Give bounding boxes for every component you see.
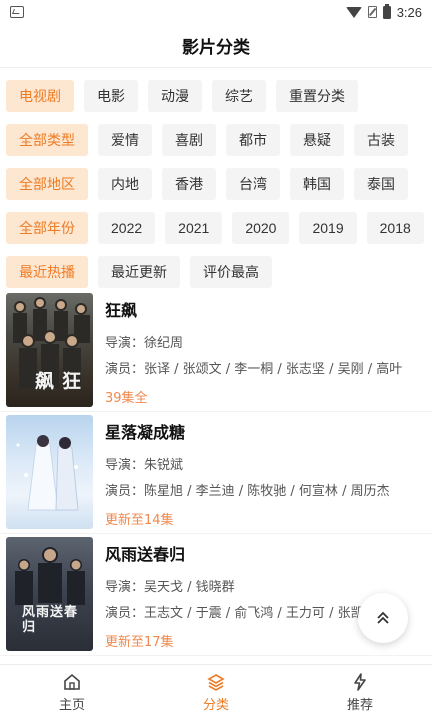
filter-chip-variety[interactable]: 综艺 (212, 80, 266, 112)
bottom-tab-bar: 主页 分类 推荐 (0, 664, 432, 720)
filter-row-year: 全部年份 2022 2021 2020 2019 2018 (6, 206, 432, 250)
tab-category[interactable]: 分类 (144, 665, 288, 720)
filter-chip-2020[interactable]: 2020 (232, 212, 290, 244)
lightning-icon (354, 673, 366, 691)
item-status: 更新至17集 (105, 635, 174, 650)
filter-row-genre: 全部类型 爱情 喜剧 都市 悬疑 古装 (6, 118, 432, 162)
layers-icon (207, 674, 225, 691)
header: 影片分类 (0, 24, 432, 68)
tab-home-label: 主页 (58, 698, 85, 713)
filter-chip-tv-series[interactable]: 电视剧 (6, 80, 74, 112)
status-bar: 3:26 (0, 0, 432, 24)
filter-chip-suspense[interactable]: 悬疑 (290, 124, 344, 156)
filter-row-type: 电视剧 电影 动漫 综艺 重置分类 (6, 74, 432, 118)
item-title: 狂飙 (105, 301, 138, 320)
item-status: 39集全 (105, 391, 148, 406)
double-chevron-up-icon (377, 611, 389, 624)
gallery-notification-icon (10, 6, 24, 18)
filter-chip-hongkong[interactable]: 香港 (162, 168, 216, 200)
sort-chip-recently-hot[interactable]: 最近热播 (6, 256, 88, 288)
poster-image[interactable]: 狂飙 (6, 293, 93, 407)
filter-chip-2019[interactable]: 2019 (299, 212, 357, 244)
filter-chip-2021[interactable]: 2021 (165, 212, 223, 244)
filter-chip-romance[interactable]: 爱情 (98, 124, 152, 156)
filter-chip-korea[interactable]: 韩国 (290, 168, 344, 200)
tab-recommend[interactable]: 推荐 (288, 665, 432, 720)
sort-chip-top-rated[interactable]: 评价最高 (190, 256, 272, 288)
filter-row-region: 全部地区 内地 香港 台湾 韩国 泰国 (6, 162, 432, 206)
poster-caption: 风雨送春归 (22, 605, 79, 635)
filter-chip-taiwan[interactable]: 台湾 (226, 168, 280, 200)
list-item[interactable]: 星落凝成糖 导演：朱锐斌 演员：陈星旭 / 李兰迪 / 陈牧驰 / 何宣林 / … (0, 412, 432, 534)
status-time: 3:26 (396, 4, 422, 20)
reset-filters-button[interactable]: 重置分类 (276, 80, 358, 112)
filter-chip-anime[interactable]: 动漫 (148, 80, 202, 112)
filter-chip-urban[interactable]: 都市 (226, 124, 280, 156)
scroll-to-top-button[interactable] (358, 593, 408, 643)
filter-chip-comedy[interactable]: 喜剧 (162, 124, 216, 156)
no-sim-icon (367, 6, 377, 18)
tab-category-label: 分类 (202, 698, 229, 713)
item-actors: 演员：张译 / 张颂文 / 李一桐 / 张志坚 / 吴刚 / 高叶 (105, 362, 403, 377)
poster-image[interactable]: 风雨送春归 (6, 537, 93, 651)
filter-chip-costume[interactable]: 古装 (354, 124, 408, 156)
home-icon (64, 673, 80, 690)
filter-chip-2018[interactable]: 2018 (366, 212, 424, 244)
filter-chip-thailand[interactable]: 泰国 (354, 168, 408, 200)
item-director: 导演：吴天戈 / 钱晓群 (105, 580, 235, 595)
tab-home[interactable]: 主页 (0, 665, 144, 720)
status-icons: 3:26 (345, 3, 422, 20)
item-actors: 演员：陈星旭 / 李兰迪 / 陈牧驰 / 何宣林 / 周历杰 (105, 484, 390, 499)
poster-art (16, 435, 79, 511)
item-director: 导演：朱锐斌 (105, 458, 184, 473)
poster-caption: 狂飙 (32, 371, 81, 390)
list-item[interactable]: 狂飙 狂飙 导演：徐纪周 演员：张译 / 张颂文 / 李一桐 / 张志坚 / 吴… (0, 290, 432, 412)
item-title: 风雨送春归 (105, 545, 186, 564)
tab-recommend-label: 推荐 (346, 698, 373, 713)
filter-chip-all-years[interactable]: 全部年份 (6, 212, 88, 244)
item-title: 星落凝成糖 (105, 423, 186, 442)
item-info: 狂飙 导演：徐纪周 演员：张译 / 张颂文 / 李一桐 / 张志坚 / 吴刚 /… (105, 293, 426, 408)
item-status: 更新至14集 (105, 513, 174, 528)
page-title: 影片分类 (182, 38, 250, 58)
filter-chip-all-regions[interactable]: 全部地区 (6, 168, 88, 200)
item-info: 星落凝成糖 导演：朱锐斌 演员：陈星旭 / 李兰迪 / 陈牧驰 / 何宣林 / … (105, 415, 426, 530)
filter-chip-mainland[interactable]: 内地 (98, 168, 152, 200)
poster-image[interactable] (6, 415, 93, 529)
filter-chip-all-genres[interactable]: 全部类型 (6, 124, 88, 156)
filter-chip-movie[interactable]: 电影 (84, 80, 138, 112)
item-director: 导演：徐纪周 (105, 336, 184, 351)
sort-chip-recently-updated[interactable]: 最近更新 (98, 256, 180, 288)
battery-icon (382, 3, 391, 19)
filter-chip-2022[interactable]: 2022 (98, 212, 156, 244)
wifi-icon (345, 6, 362, 18)
filter-row-sort: 最近热播 最近更新 评价最高 (6, 250, 432, 294)
filter-panel: 电视剧 电影 动漫 综艺 重置分类 全部类型 爱情 喜剧 都市 悬疑 古装 全部… (6, 74, 432, 294)
